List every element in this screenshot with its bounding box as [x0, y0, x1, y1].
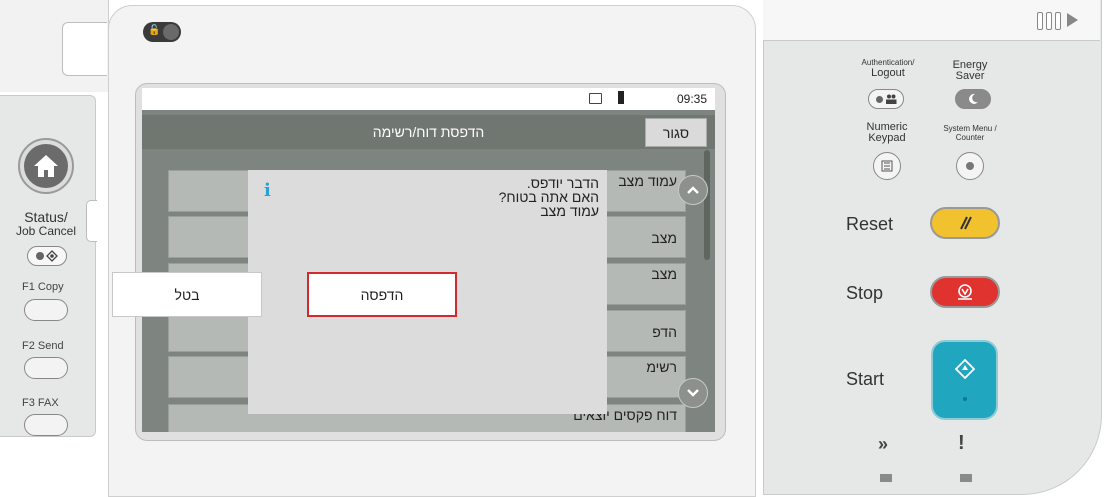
status-job-cancel-label: Status/ Job Cancel: [15, 209, 77, 238]
reset-button[interactable]: [930, 207, 1000, 239]
lock-toggle[interactable]: 🔓: [143, 22, 181, 42]
energy-saver-label: Energy Saver: [952, 59, 988, 82]
f2-send-button[interactable]: [24, 357, 68, 379]
users-icon: [885, 94, 896, 104]
toggle-knob: [163, 24, 179, 40]
left-top-slot: [62, 22, 107, 76]
energy-saver-button[interactable]: [955, 89, 991, 109]
screen-title-bar: הדפסת דוח/רשימה סגור: [142, 115, 715, 149]
auth-logout-label: Authentication/ Logout: [861, 58, 915, 79]
page-title: הדפסת דוח/רשימה: [372, 124, 485, 140]
scroll-up-button[interactable]: [678, 175, 708, 205]
system-menu-label: System Menu / Counter: [943, 124, 997, 142]
dialog-message: הדבר יודפס. האם אתה בטוח? עמוד מצב: [299, 176, 599, 218]
system-menu-button[interactable]: [956, 152, 984, 180]
f3-fax-button[interactable]: [24, 414, 68, 436]
dot-icon: [966, 162, 974, 170]
lock-icon: 🔓: [148, 25, 161, 36]
alert-icon: !: [958, 432, 965, 454]
diamond-icon: [46, 250, 58, 262]
start-button[interactable]: [931, 340, 998, 420]
indicator-dot: [962, 397, 967, 401]
numeric-keypad-label: Numeric Keypad: [866, 121, 908, 144]
home-icon: [34, 155, 58, 177]
close-button[interactable]: סגור: [645, 118, 707, 147]
dialog-line-3: עמוד מצב: [540, 203, 599, 219]
status-dot-icon: [875, 95, 883, 103]
start-label: Start: [846, 369, 885, 389]
stop-label: Stop: [846, 283, 884, 303]
f1-copy-button[interactable]: [24, 299, 68, 321]
bar-icon: [1055, 12, 1061, 30]
indicator-bars: [1037, 12, 1078, 30]
chevron-up-icon: [687, 186, 699, 194]
moon-icon: [969, 93, 978, 104]
f1-copy-label: F1 Copy: [22, 281, 64, 293]
cancel-button[interactable]: בטל: [112, 272, 262, 317]
right-control-panel: [763, 0, 1102, 495]
bar-icon: [1046, 12, 1052, 30]
bar-icon: [1037, 12, 1043, 30]
led-indicator: [960, 474, 972, 482]
dialog-line-2: האם אתה בטוח?: [498, 189, 599, 205]
stop-icon: [958, 284, 972, 300]
numeric-keypad-button[interactable]: [873, 152, 901, 180]
led-indicator: [880, 474, 892, 482]
chevron-down-icon: [687, 389, 699, 397]
print-button[interactable]: הדפסה: [307, 272, 457, 317]
dialog-line-1: הדבר יודפס.: [526, 175, 599, 191]
f2-send-label: F2 Send: [22, 340, 64, 352]
scrollbar[interactable]: [704, 150, 710, 260]
right-panel-header: [763, 0, 1100, 41]
f3-fax-label: F3 FAX: [22, 397, 59, 409]
screen-status-bar: 09:35: [142, 88, 715, 110]
info-icon: i: [264, 180, 271, 201]
auth-logout-button[interactable]: [868, 89, 904, 109]
scroll-down-button[interactable]: [678, 378, 708, 408]
battery-icon: [618, 91, 624, 104]
start-icon: [954, 359, 975, 379]
status-dot-icon: [36, 252, 44, 260]
home-button[interactable]: [18, 138, 74, 194]
arrow-right-icon: [1067, 13, 1078, 27]
clock-time: 09:35: [676, 92, 707, 106]
reset-label: Reset: [846, 214, 894, 234]
double-slash-icon: [960, 216, 972, 230]
keypad-icon: [881, 160, 893, 172]
touch-screen: 09:35 הדפסת דוח/רשימה סגור עמוד מצב מצב …: [142, 88, 715, 432]
status-job-cancel-button[interactable]: [27, 246, 67, 266]
stop-button[interactable]: [930, 276, 1000, 308]
cast-icon: [589, 93, 602, 104]
fast-forward-icon: »: [878, 434, 889, 454]
